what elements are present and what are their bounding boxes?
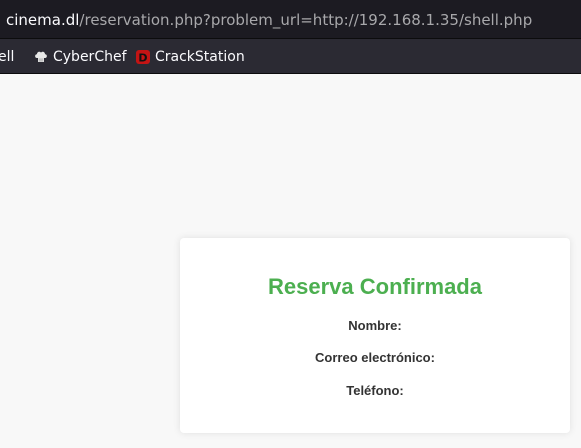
- crackstation-d-icon: D: [135, 49, 151, 65]
- confirmation-card: Reserva Confirmada Nombre: Correo electr…: [180, 238, 570, 433]
- chef-hat-icon: [33, 49, 49, 65]
- bookmark-label: CyberChef: [53, 49, 127, 65]
- field-label: Correo electrónico:: [315, 350, 435, 365]
- url-text[interactable]: cinema.dl/reservation.php?problem_url=ht…: [6, 11, 532, 29]
- field-nombre: Nombre:: [180, 318, 570, 334]
- bookmark-cyberchef[interactable]: CyberChef: [33, 48, 127, 66]
- svg-text:D: D: [138, 52, 147, 65]
- page-content: Reserva Confirmada Nombre: Correo electr…: [0, 74, 581, 448]
- bookmark-label: ell: [0, 49, 15, 65]
- confirmation-title: Reserva Confirmada: [268, 274, 482, 299]
- bookmark-crackstation[interactable]: D CrackStation: [135, 48, 245, 66]
- field-correo: Correo electrónico:: [180, 350, 570, 366]
- url-host: cinema.dl: [6, 11, 80, 29]
- bookmark-shell[interactable]: ell: [0, 48, 14, 66]
- field-label: Nombre:: [348, 318, 402, 333]
- url-path: /reservation.php?problem_url=http://192.…: [79, 11, 533, 29]
- url-bar[interactable]: cinema.dl/reservation.php?problem_url=ht…: [0, 0, 581, 39]
- field-label: Teléfono:: [346, 383, 404, 398]
- field-telefono: Teléfono:: [180, 383, 570, 399]
- bookmark-label: CrackStation: [155, 49, 245, 65]
- bookmarks-toolbar: ell CyberChef D CrackStation: [0, 39, 581, 74]
